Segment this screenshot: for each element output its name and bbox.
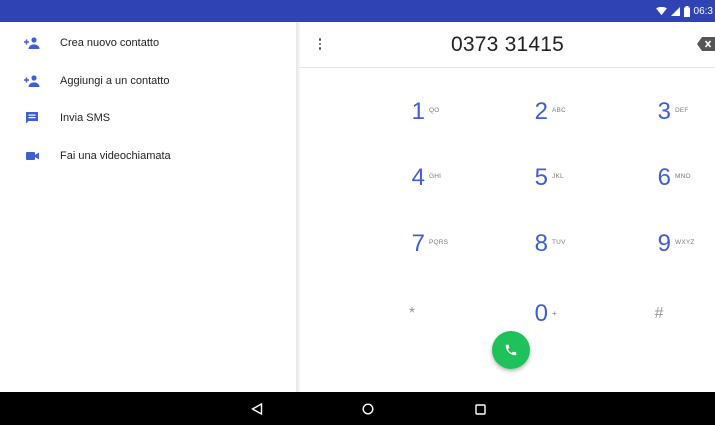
signal-icon — [670, 6, 680, 16]
video-call-action[interactable]: Fai una videochiamata — [0, 141, 296, 171]
dialer-actions-panel: Crea nuovo contatto Aggiungi a un contat… — [0, 22, 296, 392]
key-4[interactable]: 4 GHI — [387, 160, 467, 196]
key-9[interactable]: 9 WXYZ — [633, 226, 713, 262]
key-0[interactable]: 0 + — [510, 296, 590, 332]
backspace-icon[interactable] — [697, 37, 715, 51]
add-to-contact-action[interactable]: Aggiungi a un contatto — [0, 66, 296, 96]
key-hash[interactable]: # — [619, 296, 699, 332]
recents-icon — [474, 403, 486, 415]
key-7[interactable]: 7 PQRS — [387, 226, 467, 262]
dialed-number[interactable]: 0373 31415 — [300, 22, 715, 67]
phone-icon — [505, 344, 517, 356]
send-sms-label: Invia SMS — [60, 112, 111, 124]
key-5[interactable]: 5 JKL — [510, 160, 590, 196]
send-sms-action[interactable]: Invia SMS — [0, 103, 296, 133]
status-icons: 06:3 — [655, 0, 715, 22]
back-button[interactable] — [246, 398, 268, 420]
create-contact-label: Crea nuovo contatto — [60, 37, 160, 49]
add-person-icon — [24, 35, 40, 51]
battery-icon — [683, 5, 690, 17]
dialpad: 0373 31415 1 QO 2 ABC 3 DEF 4 GHI 5 JKL … — [300, 22, 715, 392]
number-bar: 0373 31415 — [300, 22, 715, 68]
videocam-icon — [24, 148, 40, 164]
clock: 06:3 — [693, 5, 713, 17]
call-button[interactable] — [492, 331, 530, 369]
back-icon — [251, 403, 263, 415]
add-person-icon — [24, 73, 40, 89]
key-8[interactable]: 8 TUV — [510, 226, 590, 262]
status-bar: 06:3 — [0, 0, 715, 22]
key-star[interactable]: * — [372, 296, 452, 332]
add-to-contact-label: Aggiungi a un contatto — [60, 75, 170, 87]
home-icon — [362, 403, 374, 415]
message-icon — [24, 110, 40, 126]
key-3[interactable]: 3 DEF — [633, 94, 713, 130]
key-6[interactable]: 6 MNO — [633, 160, 713, 196]
recents-button[interactable] — [469, 398, 491, 420]
wifi-icon — [655, 6, 667, 15]
create-contact-action[interactable]: Crea nuovo contatto — [0, 28, 296, 58]
video-call-label: Fai una videochiamata — [60, 150, 171, 162]
key-1[interactable]: 1 QO — [387, 94, 467, 130]
key-2[interactable]: 2 ABC — [510, 94, 590, 130]
navigation-bar — [0, 392, 715, 425]
home-button[interactable] — [357, 398, 379, 420]
